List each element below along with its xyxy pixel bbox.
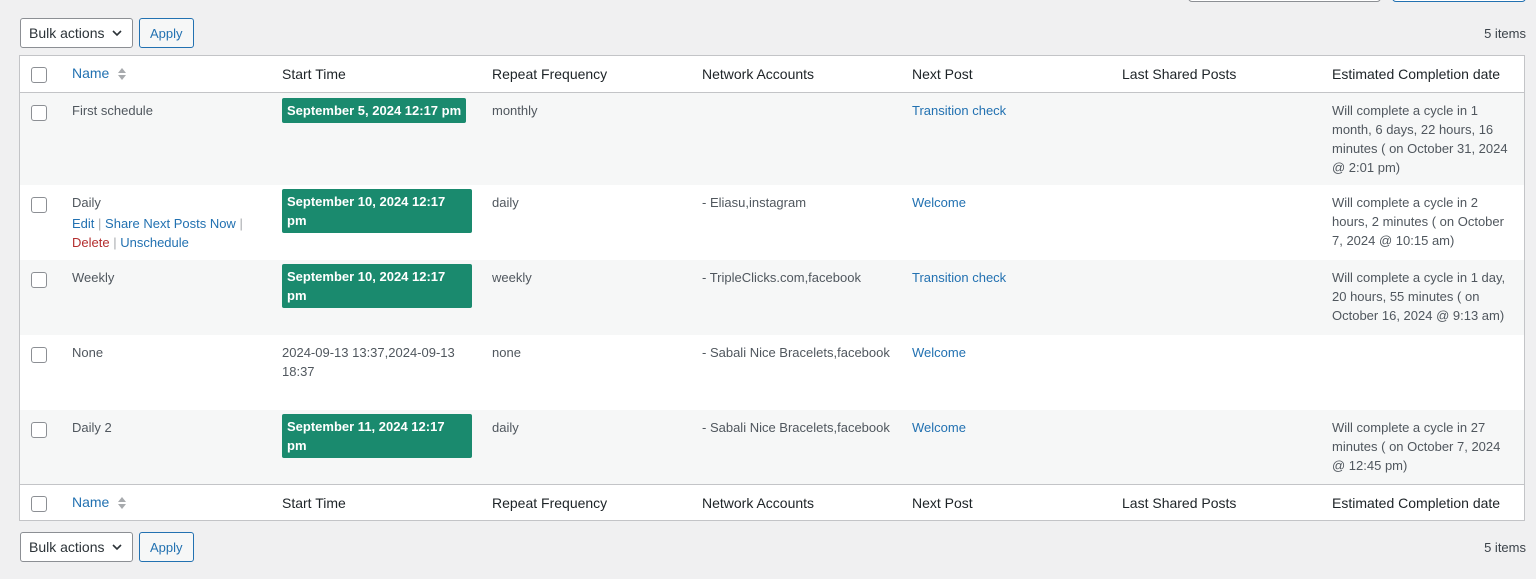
table-row: Weekly September 10, 2024 12:17 pm weekl… [20,259,1524,335]
start-time-badge: September 10, 2024 12:17 pm [282,188,472,233]
table-row: First schedule September 5, 2024 12:17 p… [20,92,1524,185]
bulk-actions-label: Bulk actions [29,539,105,555]
table-row: None 2024-09-13 13:37,2024-09-13 18:37 n… [20,335,1524,410]
last-shared-posts [1112,335,1322,410]
next-post-link[interactable]: Welcome [912,345,966,360]
tablenav-top: Bulk actions Apply 5 items [20,18,1526,48]
repeat-frequency: daily [492,194,519,210]
start-time-badge: September 11, 2024 12:17 pm [282,413,472,458]
items-count: 5 items [1484,25,1526,41]
next-post-link[interactable]: Welcome [912,420,966,435]
column-completion-header: Estimated Completion date [1322,56,1524,93]
sort-icon[interactable] [117,66,127,82]
last-shared-posts [1112,409,1322,485]
tablenav-bottom: Bulk actions Apply 5 items [20,532,1526,562]
row-checkbox[interactable] [31,422,47,439]
last-shared-posts [1112,185,1322,260]
network-accounts: - Eliasu,instagram [702,194,807,210]
row-checkbox[interactable] [31,347,47,364]
network-accounts: - Sabali Nice Bracelets,facebook [702,344,890,360]
schedule-name: Weekly [62,259,272,335]
select-all-checkbox[interactable] [31,66,47,83]
column-completion-footer: Estimated Completion date [1322,484,1524,521]
column-start-time-header: Start Time [272,56,482,93]
completion-estimate [1322,335,1524,410]
items-count-bottom: 5 items [1484,539,1526,555]
apply-button[interactable]: Apply [139,18,194,48]
column-next-post-footer: Next Post [902,484,1112,521]
row-actions: Edit | Share Next Posts Now | Delete | U… [72,214,262,252]
separator: | [113,234,117,250]
share-next-posts-link[interactable]: Share Next Posts Now [105,216,236,231]
completion-estimate: Will complete a cycle in 27 minutes ( on… [1322,409,1524,485]
schedule-name: Daily [72,194,101,210]
repeat-frequency: daily [482,409,692,485]
start-time-badge: September 10, 2024 12:17 pm [282,263,472,308]
column-name-label[interactable]: Name [72,65,109,81]
network-accounts: - Sabali Nice Bracelets,facebook [692,409,902,485]
next-post-link[interactable]: Transition check [912,103,1006,118]
edit-link[interactable]: Edit [72,216,94,231]
table-row: Daily Edit | Share Next Posts Now | Dele… [20,185,1524,260]
bulk-actions-select-bottom[interactable]: Bulk actions [20,532,133,562]
bulk-actions-label: Bulk actions [29,25,105,41]
next-post-link[interactable]: Transition check [912,270,1006,285]
search-button-stub[interactable] [1392,0,1526,2]
schedule-name: None [72,344,104,360]
column-name-label[interactable]: Name [72,494,109,510]
schedule-name: First schedule [62,92,272,185]
table-row: Daily 2 September 11, 2024 12:17 pm dail… [20,409,1524,485]
repeat-frequency: monthly [482,92,692,185]
schedules-table: Name Start Time Repeat Frequency Network… [19,55,1525,521]
sort-icon[interactable] [117,495,127,511]
last-shared-posts [1112,92,1322,185]
select-all-checkbox-bottom[interactable] [31,495,47,512]
network-accounts [692,92,902,185]
apply-button-bottom[interactable]: Apply [139,532,194,562]
last-shared-posts [1112,259,1322,335]
completion-estimate: Will complete a cycle in 1 day, 20 hours… [1322,259,1524,335]
search-input-stub[interactable] [1188,0,1381,2]
chevron-down-icon [112,30,122,37]
table-footer-row: Name Start Time Repeat Frequency Network… [20,484,1524,521]
column-start-time-footer: Start Time [272,484,482,521]
repeat-frequency: weekly [482,259,692,335]
repeat-frequency: none [492,344,521,360]
next-post-link[interactable]: Welcome [912,195,966,210]
schedule-name: Daily 2 [62,409,272,485]
start-time-badge: September 5, 2024 12:17 pm [282,97,467,123]
row-checkbox[interactable] [31,272,47,289]
row-checkbox[interactable] [31,197,47,214]
completion-estimate: Will complete a cycle in 1 month, 6 days… [1322,92,1524,185]
column-last-shared-footer: Last Shared Posts [1112,484,1322,521]
column-name-footer[interactable]: Name [62,484,272,521]
column-accounts-footer: Network Accounts [692,484,902,521]
unschedule-link[interactable]: Unschedule [120,235,189,250]
separator: | [98,215,102,231]
completion-estimate: Will complete a cycle in 2 hours, 2 minu… [1332,194,1504,248]
column-next-post-header: Next Post [902,56,1112,93]
chevron-down-icon [112,544,122,551]
start-time-text: 2024-09-13 13:37,2024-09-13 18:37 [282,344,455,379]
separator: | [239,215,243,231]
column-name-header[interactable]: Name [62,56,272,93]
bulk-actions-select[interactable]: Bulk actions [20,18,133,48]
table-header-row: Name Start Time Repeat Frequency Network… [20,56,1524,93]
column-accounts-header: Network Accounts [692,56,902,93]
column-last-shared-header: Last Shared Posts [1112,56,1322,93]
row-checkbox[interactable] [31,105,47,122]
column-repeat-footer: Repeat Frequency [482,484,692,521]
column-repeat-header: Repeat Frequency [482,56,692,93]
delete-link[interactable]: Delete [72,235,110,250]
network-accounts: - TripleClicks.com,facebook [692,259,902,335]
